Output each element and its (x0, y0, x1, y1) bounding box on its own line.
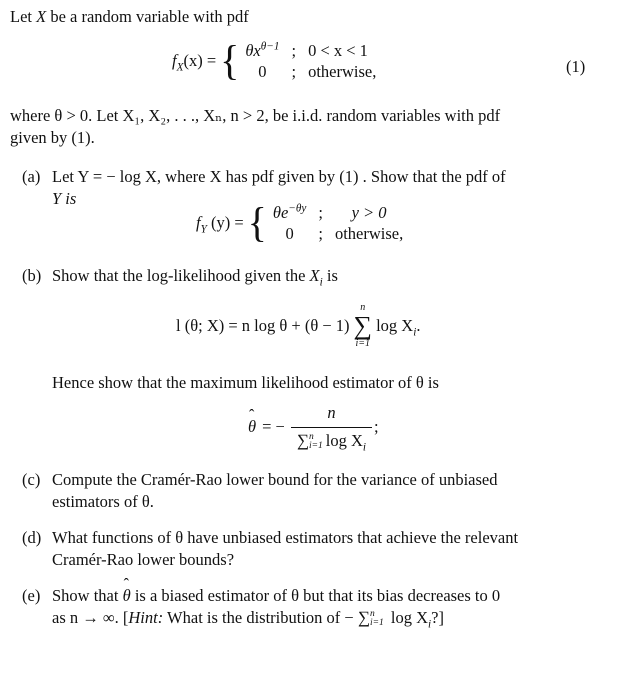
intro-text-before: Let (10, 7, 37, 26)
part-d-line1: What functions of θ have unbiased estima… (52, 528, 519, 547)
intro-text: Let X be a random variable with pdf (10, 6, 249, 28)
para2-line2: given by (1). (10, 128, 95, 147)
part-a-label: (a) (22, 167, 41, 186)
part-c-label: (c) (22, 470, 41, 489)
part-e-line2: as n → ∞. [Hint: What is the distributio… (52, 608, 444, 631)
equation-pdf-y: fY (y) = { θe−θy ; y > 0 0 ; otherwise, (196, 202, 403, 245)
part-d-label: (d) (22, 528, 42, 547)
eq1-row2-expr: 0 (258, 62, 267, 82)
eq1-row1-sep: ; (291, 41, 297, 60)
eqa-cases: θe−θy ; y > 0 0 ; otherwise, (273, 202, 403, 245)
part-e-line1: Show that θ is a biased estimator of θ b… (52, 574, 500, 607)
sum-symbol: ∑ (357, 608, 370, 627)
eqa-row2-cond: otherwise, (334, 224, 404, 244)
part-b-line1: Show that the log-likelihood given the X… (52, 266, 338, 289)
part-a-line1: Let Y = − log X, where X has pdf given b… (52, 167, 506, 186)
eq1-cases: θxθ−1 ; 0 < x < 1 0 ; otherwise, (245, 40, 376, 83)
eq1-lhs: fX(x) = (172, 51, 217, 74)
eqa-row2-sep: ; (318, 224, 323, 244)
eqa-row1-sep: ; (318, 203, 323, 222)
eqa-row2-expr: 0 (285, 224, 294, 244)
part-e-label: (e) (22, 586, 41, 605)
eqa-row1-expr: θe−θy (272, 202, 307, 222)
part-d-line2: Cramér-Rao lower bounds? (52, 550, 235, 569)
part-c-line2: estimators of θ. (52, 492, 154, 511)
equation-1: fX(x) = { θxθ−1 ; 0 < x < 1 0 ; otherwis… (172, 40, 376, 83)
part-b-hence: Hence show that the maximum likelihood e… (52, 373, 439, 392)
eq1-row2-sep: ; (291, 62, 297, 82)
intro-var-x: X (36, 7, 47, 26)
theta-hat: θ (248, 405, 256, 438)
intro-text-after: be a random variable with pdf (46, 7, 249, 26)
part-c-line1: Compute the Cramér-Rao lower bound for t… (52, 470, 498, 489)
equation-number: (1) (566, 57, 586, 76)
part-a-line2: Y is (52, 189, 77, 208)
mle-fraction: n ∑ n i=1 log Xi (290, 402, 373, 453)
eqa-row1-cond: y > 0 (351, 203, 387, 222)
equation-mle: θ = − n ∑ni=1log Xi ; (248, 402, 379, 453)
para2-line1: where θ > 0. Let X₁, X₂, . . ., Xₙ, n > … (10, 106, 501, 125)
left-brace: { (247, 199, 267, 247)
mle-denominator: ∑ n i=1 log Xi (290, 427, 373, 453)
part-b-label: (b) (22, 266, 42, 285)
left-brace: { (220, 37, 240, 85)
loglik-lhs: l (θ; X) = n log θ + (θ − 1) (176, 315, 350, 335)
equation-log-likelihood: l (θ; X) = n log θ + (θ − 1) n ∑ i=1 log… (176, 303, 420, 349)
eq1-row1-cond: 0 < x < 1 (308, 41, 368, 60)
eq1-row2-cond: otherwise, (308, 62, 377, 82)
mle-eq-sign: = − (262, 417, 285, 437)
hint-label: Hint: (128, 608, 164, 627)
mle-end: ; (374, 417, 379, 437)
sum-symbol: n ∑ i=1 (353, 302, 373, 349)
eq1-row1-expr: θxθ−1 (245, 40, 280, 60)
mle-numerator: n (327, 403, 336, 422)
loglik-rhs: log Xi. (376, 315, 421, 339)
theta-hat: θ (123, 574, 131, 607)
eqa-lhs: fY (y) = (196, 213, 244, 236)
